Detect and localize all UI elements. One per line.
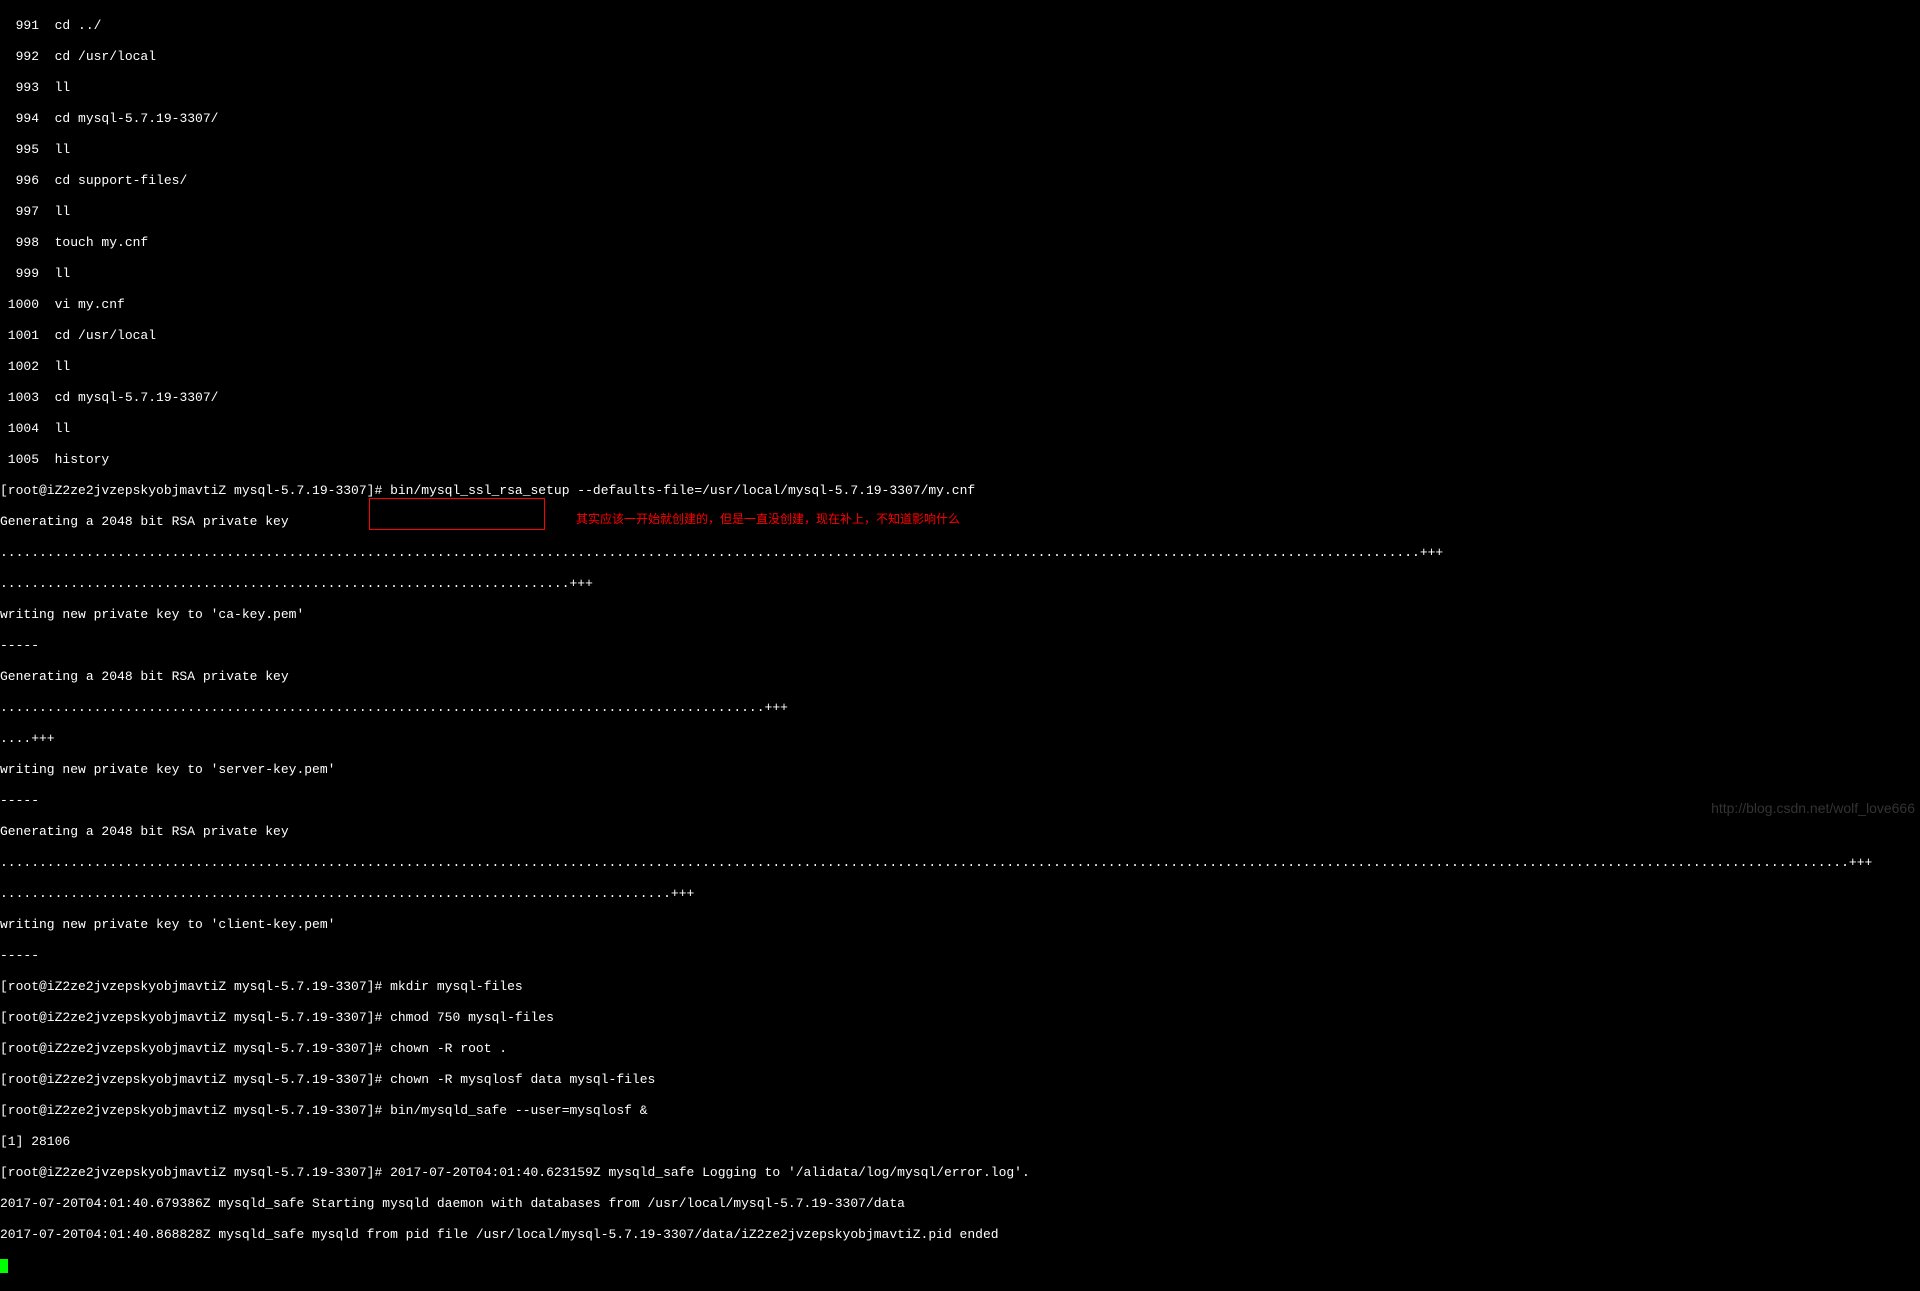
command-text: bin/mysqld_safe --user=mysqlosf & bbox=[390, 1103, 647, 1118]
shell-prompt: [root@iZ2ze2jvzepskyobjmavtiZ mysql-5.7.… bbox=[0, 483, 390, 498]
command-line: [root@iZ2ze2jvzepskyobjmavtiZ mysql-5.7.… bbox=[0, 1072, 1920, 1088]
history-line: 1005 history bbox=[0, 452, 1920, 468]
prompt-line[interactable] bbox=[0, 1258, 1920, 1274]
history-line: 991 cd ../ bbox=[0, 18, 1920, 34]
history-line: 1004 ll bbox=[0, 421, 1920, 437]
output-line: ....+++ bbox=[0, 731, 1920, 747]
history-line: 994 cd mysql-5.7.19-3307/ bbox=[0, 111, 1920, 127]
shell-prompt: [root@iZ2ze2jvzepskyobjmavtiZ mysql-5.7.… bbox=[0, 1165, 390, 1180]
command-line: [root@iZ2ze2jvzepskyobjmavtiZ mysql-5.7.… bbox=[0, 1103, 1920, 1119]
output-line: ----- bbox=[0, 948, 1920, 964]
output-line: 2017-07-20T04:01:40.679386Z mysqld_safe … bbox=[0, 1196, 1920, 1212]
shell-prompt: [root@iZ2ze2jvzepskyobjmavtiZ mysql-5.7.… bbox=[0, 1010, 390, 1025]
output-line: ........................................… bbox=[0, 545, 1920, 561]
output-line: ........................................… bbox=[0, 700, 1920, 716]
command-text: chown -R mysqlosf data mysql-files bbox=[390, 1072, 655, 1087]
output-line: Generating a 2048 bit RSA private key bbox=[0, 669, 1920, 685]
history-line: 1001 cd /usr/local bbox=[0, 328, 1920, 344]
output-line: ----- bbox=[0, 793, 1920, 809]
history-line: 995 ll bbox=[0, 142, 1920, 158]
history-line: 992 cd /usr/local bbox=[0, 49, 1920, 65]
command-text: chmod 750 mysql-files bbox=[390, 1010, 554, 1025]
shell-prompt: [root@iZ2ze2jvzepskyobjmavtiZ mysql-5.7.… bbox=[0, 1103, 390, 1118]
annotation-text: 其实应该一开始就创建的，但是一直没创建，现在补上，不知道影响什么 bbox=[576, 512, 960, 528]
output-line: writing new private key to 'ca-key.pem' bbox=[0, 607, 1920, 623]
terminal-output[interactable]: 991 cd ../ 992 cd /usr/local 993 ll 994 … bbox=[0, 0, 1920, 1291]
output-line: ----- bbox=[0, 638, 1920, 654]
history-line: 998 touch my.cnf bbox=[0, 235, 1920, 251]
shell-prompt: [root@iZ2ze2jvzepskyobjmavtiZ mysql-5.7.… bbox=[0, 1072, 390, 1087]
command-text: mkdir mysql-files bbox=[390, 979, 523, 994]
command-line: [root@iZ2ze2jvzepskyobjmavtiZ mysql-5.7.… bbox=[0, 1010, 1920, 1026]
history-line: 999 ll bbox=[0, 266, 1920, 282]
history-line: 996 cd support-files/ bbox=[0, 173, 1920, 189]
command-text: bin/mysql_ssl_rsa_setup --defaults-file=… bbox=[390, 483, 975, 498]
history-line: 1000 vi my.cnf bbox=[0, 297, 1920, 313]
output-line: Generating a 2048 bit RSA private key bbox=[0, 824, 1920, 840]
history-line: 1003 cd mysql-5.7.19-3307/ bbox=[0, 390, 1920, 406]
command-text: chown -R root . bbox=[390, 1041, 507, 1056]
output-line: [1] 28106 bbox=[0, 1134, 1920, 1150]
command-line: [root@iZ2ze2jvzepskyobjmavtiZ mysql-5.7.… bbox=[0, 483, 1920, 499]
command-line: [root@iZ2ze2jvzepskyobjmavtiZ mysql-5.7.… bbox=[0, 1041, 1920, 1057]
output-line: ........................................… bbox=[0, 576, 1920, 592]
command-line: [root@iZ2ze2jvzepskyobjmavtiZ mysql-5.7.… bbox=[0, 979, 1920, 995]
shell-prompt: [root@iZ2ze2jvzepskyobjmavtiZ mysql-5.7.… bbox=[0, 1041, 390, 1056]
command-line: [root@iZ2ze2jvzepskyobjmavtiZ mysql-5.7.… bbox=[0, 1165, 1920, 1181]
output-line: writing new private key to 'client-key.p… bbox=[0, 917, 1920, 933]
shell-prompt: [root@iZ2ze2jvzepskyobjmavtiZ mysql-5.7.… bbox=[0, 979, 390, 994]
history-line: 997 ll bbox=[0, 204, 1920, 220]
history-line: 993 ll bbox=[0, 80, 1920, 96]
output-line: 2017-07-20T04:01:40.868828Z mysqld_safe … bbox=[0, 1227, 1920, 1243]
watermark-text: http://blog.csdn.net/wolf_love666 bbox=[1711, 801, 1915, 817]
output-line: ........................................… bbox=[0, 886, 1920, 902]
output-line: ........................................… bbox=[0, 855, 1920, 871]
history-line: 1002 ll bbox=[0, 359, 1920, 375]
output-line: writing new private key to 'server-key.p… bbox=[0, 762, 1920, 778]
cursor-icon bbox=[0, 1259, 8, 1273]
output-text: 2017-07-20T04:01:40.623159Z mysqld_safe … bbox=[390, 1165, 1030, 1180]
